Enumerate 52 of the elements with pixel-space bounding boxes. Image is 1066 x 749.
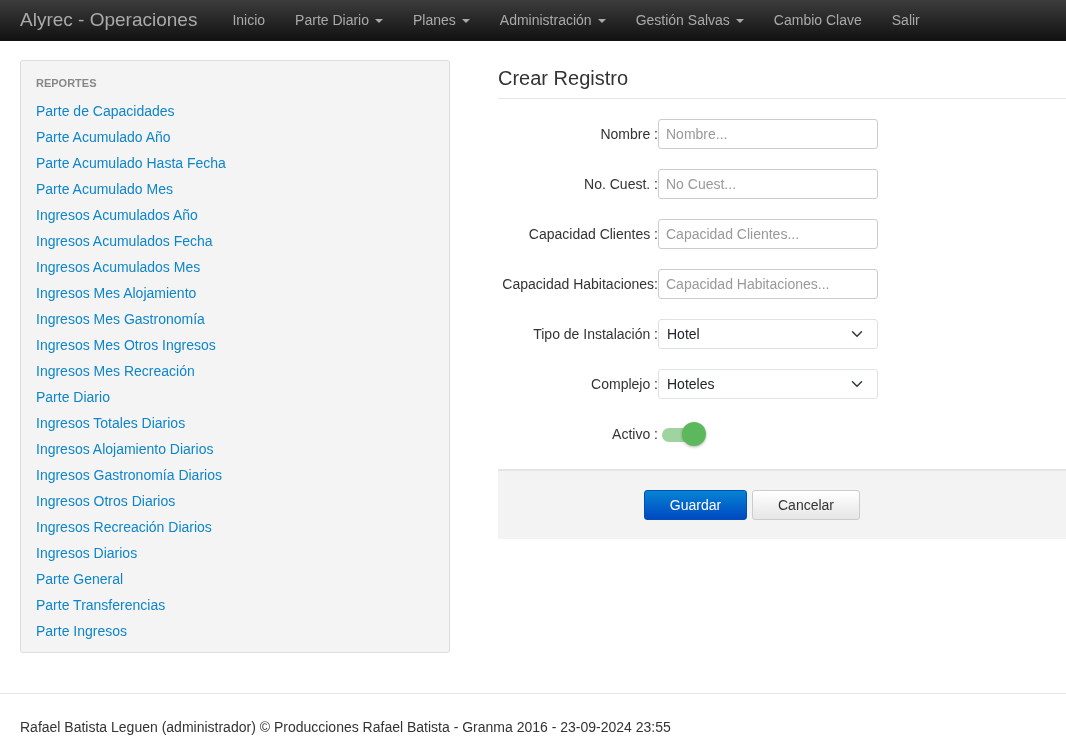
nav-link[interactable]: Planes bbox=[398, 10, 485, 31]
footer-text: Rafael Batista Leguen (administrador) © Producciones Rafael Batista - Granma 2016 - 23-09-2024 23:55 bbox=[20, 718, 671, 735]
input-field[interactable]: Capacidad Habitaciones... bbox=[658, 269, 878, 299]
input-field[interactable]: Capacidad Clientes... bbox=[658, 219, 878, 249]
field-label: Capacidad Clientes : bbox=[527, 224, 658, 244]
select-field[interactable]: Hoteles bbox=[658, 369, 878, 399]
sidebar-link[interactable]: Parte Transferencias bbox=[36, 591, 434, 618]
sidebar-link[interactable]: Ingresos Mes Recreación bbox=[36, 357, 434, 384]
sidebar-link[interactable]: Ingresos Acumulados Fecha bbox=[36, 227, 434, 254]
sidebar-link[interactable]: Ingresos Gastronomía Diarios bbox=[36, 461, 434, 488]
sidebar-link[interactable]: Parte de Capacidades bbox=[36, 97, 434, 124]
sidebar-link[interactable]: Parte Acumulado Hasta Fecha bbox=[36, 149, 434, 176]
sidebar-link[interactable]: Parte General bbox=[36, 565, 434, 592]
nav-link[interactable]: Salir bbox=[876, 10, 935, 31]
field-label: Complejo : bbox=[590, 374, 658, 394]
caret-icon bbox=[375, 19, 383, 24]
input-field[interactable]: No Cuest... bbox=[658, 169, 878, 199]
field-label: Tipo de Instalación : bbox=[532, 324, 658, 344]
input-field[interactable]: Nombre... bbox=[658, 119, 878, 149]
nav-link[interactable]: Parte Diario bbox=[280, 10, 398, 31]
sidebar-link[interactable]: Ingresos Mes Otros Ingresos bbox=[36, 331, 434, 358]
nav-link[interactable]: Cambio Clave bbox=[758, 10, 877, 31]
sidebar-link[interactable]: Ingresos Diarios bbox=[36, 539, 434, 566]
sidebar-link[interactable]: Ingresos Alojamiento Diarios bbox=[36, 435, 434, 462]
field-label: Capacidad Habitaciones: bbox=[501, 274, 658, 294]
sidebar-link[interactable]: Parte Acumulado Año bbox=[36, 123, 434, 150]
sidebar-link[interactable]: Ingresos Mes Gastronomía bbox=[36, 305, 434, 332]
form-title: Crear Registro bbox=[498, 60, 1066, 99]
toggle-switch[interactable] bbox=[662, 422, 708, 446]
sidebar-link[interactable]: Ingresos Totales Diarios bbox=[36, 409, 434, 436]
field-label: No. Cuest. : bbox=[583, 174, 658, 194]
select-field[interactable]: Hotel bbox=[658, 319, 878, 349]
sidebar-link[interactable]: Ingresos Acumulados Año bbox=[36, 201, 434, 228]
nav-link[interactable]: Administración bbox=[484, 10, 621, 31]
nav-link[interactable]: Inicio bbox=[217, 10, 281, 31]
cancel-button[interactable]: Cancelar bbox=[752, 490, 860, 520]
sidebar-link[interactable]: Ingresos Acumulados Mes bbox=[36, 253, 434, 280]
caret-icon bbox=[735, 19, 744, 24]
save-button[interactable]: Guardar bbox=[644, 490, 747, 520]
caret-icon bbox=[461, 19, 470, 24]
sidebar-link[interactable]: Parte Acumulado Mes bbox=[36, 175, 434, 202]
field-label: Activo : bbox=[611, 424, 658, 444]
sidebar-link[interactable]: Parte Diario bbox=[36, 383, 434, 410]
nav-link[interactable]: Gestión Salvas bbox=[620, 10, 759, 31]
sidebar-heading: REPORTES bbox=[36, 76, 98, 91]
sidebar-link[interactable]: Ingresos Mes Alojamiento bbox=[36, 279, 434, 306]
sidebar-link[interactable]: Parte Ingresos bbox=[36, 617, 434, 644]
sidebar-link[interactable]: Ingresos Otros Diarios bbox=[36, 487, 434, 514]
field-label: Nombre : bbox=[599, 124, 658, 144]
caret-icon bbox=[597, 19, 606, 24]
sidebar-link[interactable]: Ingresos Recreación Diarios bbox=[36, 513, 434, 540]
brand-title: Alyrec - Operaciones bbox=[20, 8, 198, 33]
